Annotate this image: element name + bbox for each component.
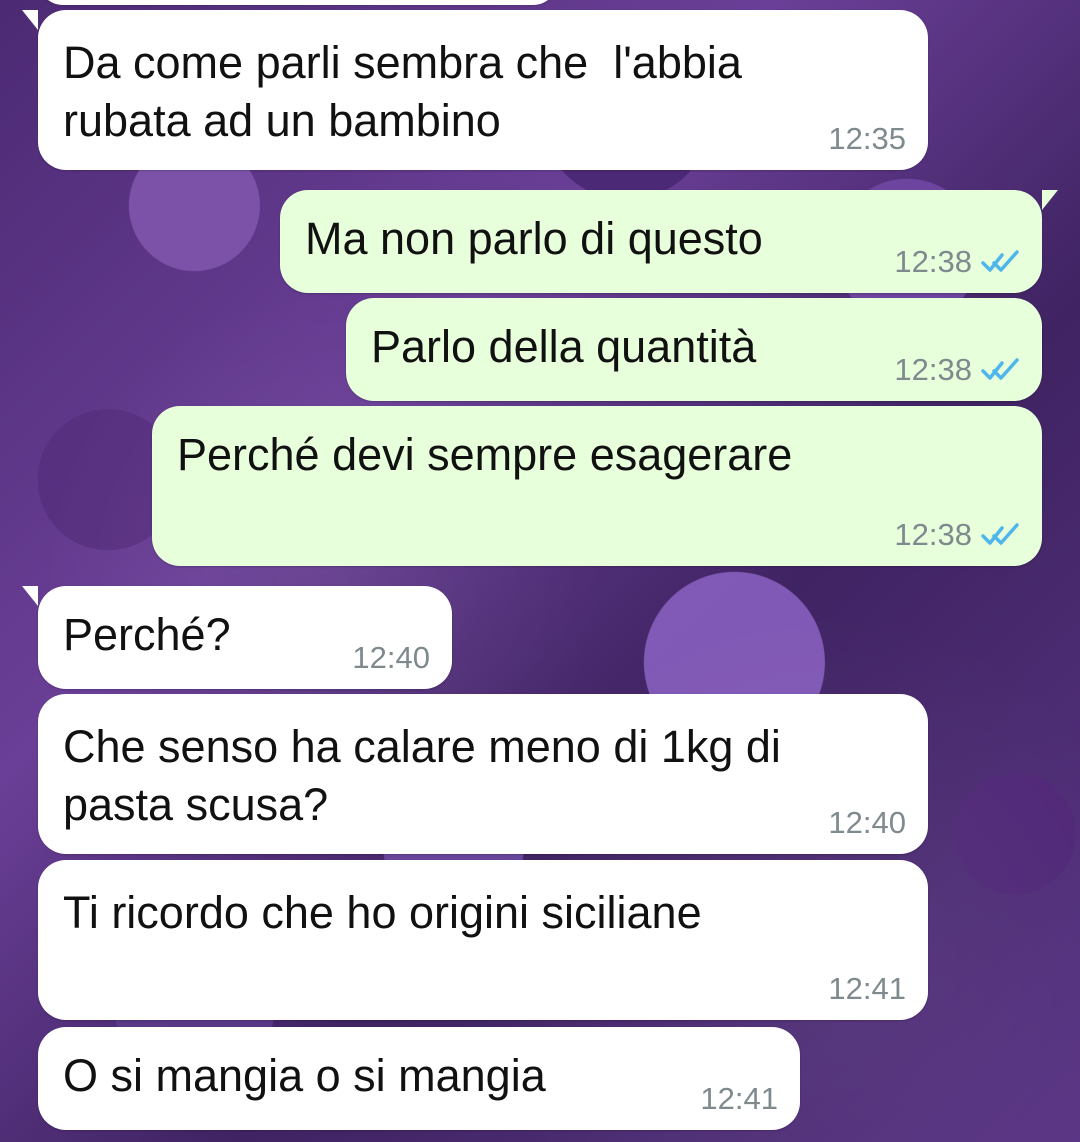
message-tail [22, 10, 38, 30]
message-time: 12:41 [828, 971, 906, 1006]
previous-message-bubble-edge [38, 0, 558, 5]
message-time: 12:38 [894, 244, 972, 279]
incoming-message-bubble[interactable]: Che senso ha calare meno di 1kg di pasta… [38, 694, 928, 854]
double-check-read-icon [981, 249, 1019, 272]
incoming-message-bubble[interactable]: O si mangia o si mangia 12:41 [38, 1027, 800, 1130]
message-text: O si mangia o si mangia [63, 1050, 546, 1101]
incoming-message-bubble[interactable]: Perché? 12:40 [22, 586, 452, 689]
double-check-read-icon [981, 522, 1019, 545]
message-time: 12:40 [352, 640, 430, 675]
message-meta: 12:38 [894, 246, 1020, 277]
incoming-message-bubble[interactable]: Da come parli sembra che l'abbia rubata … [22, 10, 928, 170]
message-text: Perché devi sempre esagerare [177, 429, 793, 480]
message-text: Ti ricordo che ho origini siciliane [63, 887, 702, 938]
message-time: 12:40 [828, 805, 906, 840]
double-check-read-icon [981, 357, 1019, 380]
message-time: 12:41 [700, 1081, 778, 1116]
message-meta: 12:35 [828, 123, 906, 154]
incoming-message-bubble[interactable]: Ti ricordo che ho origini siciliane 12:4… [38, 860, 928, 1020]
message-text: Da come parli sembra che l'abbia rubata … [63, 37, 742, 146]
message-meta: 12:41 [700, 1083, 778, 1114]
message-meta: 12:41 [828, 973, 906, 1004]
message-time: 12:38 [894, 517, 972, 552]
message-meta: 12:38 [894, 354, 1020, 385]
message-tail [1042, 190, 1058, 210]
message-meta: 12:40 [352, 642, 430, 673]
outgoing-message-bubble[interactable]: Ma non parlo di questo 12:38 [280, 190, 1058, 293]
message-meta: 12:38 [894, 519, 1020, 550]
outgoing-message-bubble[interactable]: Parlo della quantità 12:38 [346, 298, 1042, 401]
message-meta: 12:40 [828, 807, 906, 838]
message-time: 12:38 [894, 352, 972, 387]
message-text: Che senso ha calare meno di 1kg di pasta… [63, 721, 781, 830]
outgoing-message-bubble[interactable]: Perché devi sempre esagerare 12:38 [152, 406, 1042, 566]
message-tail [22, 586, 38, 606]
message-time: 12:35 [828, 121, 906, 156]
